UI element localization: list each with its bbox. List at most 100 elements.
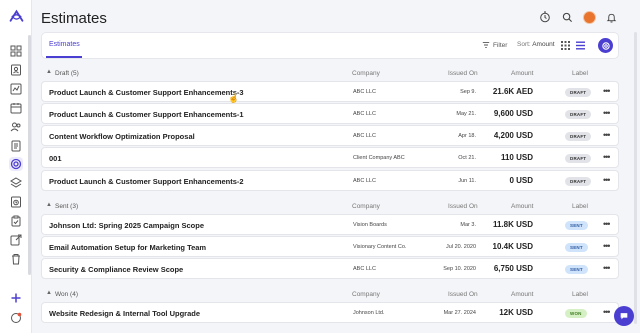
reports-icon[interactable] bbox=[9, 82, 23, 96]
more-options-icon[interactable]: ••• bbox=[603, 86, 611, 96]
status-badge: SENT bbox=[565, 265, 588, 274]
table-row[interactable]: Email Automation Setup for Marketing Tea… bbox=[41, 236, 619, 257]
more-options-icon[interactable]: ••• bbox=[603, 219, 611, 229]
column-header-label: Label bbox=[572, 291, 588, 298]
filter-label: Filter bbox=[493, 41, 508, 49]
table-row[interactable]: Product Launch & Customer Support Enhanc… bbox=[41, 170, 619, 191]
estimate-amount: 12K USD bbox=[499, 308, 533, 317]
column-header-company: Company bbox=[352, 70, 380, 77]
section-header-draft[interactable]: ▲ Draft (5) Company Issued On Amount Lab… bbox=[41, 67, 619, 81]
table-row[interactable]: Product Launch & Customer Support Enhanc… bbox=[41, 81, 619, 102]
estimate-issued: Mar 27. 2024 bbox=[443, 310, 476, 316]
estimate-name: Product Launch & Customer Support Enhanc… bbox=[49, 177, 244, 186]
trash-icon[interactable] bbox=[9, 252, 23, 266]
more-options-icon[interactable]: ••• bbox=[603, 263, 611, 273]
dashboard-icon[interactable] bbox=[9, 44, 23, 58]
sort-value: Amount bbox=[532, 41, 555, 48]
app-logo[interactable] bbox=[8, 8, 25, 25]
calendar-icon[interactable] bbox=[9, 101, 23, 115]
estimate-amount: 10.4K USD bbox=[492, 242, 533, 251]
grid-view-icon[interactable] bbox=[561, 41, 570, 50]
chevron-up-icon[interactable]: ▲ bbox=[46, 290, 52, 296]
estimate-amount: 21.6K AED bbox=[492, 87, 533, 96]
estimate-name: Product Launch & Customer Support Enhanc… bbox=[49, 88, 244, 97]
estimate-name: Content Workflow Optimization Proposal bbox=[49, 132, 195, 141]
column-header-label: Label bbox=[572, 203, 588, 210]
table-row[interactable]: Product Launch & Customer Support Enhanc… bbox=[41, 103, 619, 124]
bell-icon[interactable] bbox=[604, 10, 618, 24]
estimate-name: Product Launch & Customer Support Enhanc… bbox=[49, 110, 244, 119]
list-view-icon[interactable] bbox=[576, 41, 585, 50]
more-options-icon[interactable]: ••• bbox=[603, 175, 611, 185]
estimate-issued: Jul 20. 2020 bbox=[446, 244, 476, 250]
column-header-issued: Issued On bbox=[448, 291, 478, 298]
more-options-icon[interactable]: ••• bbox=[603, 130, 611, 140]
more-options-icon[interactable]: ••• bbox=[603, 307, 611, 317]
table-row[interactable]: Johnson Ltd: Spring 2025 Campaign Scope … bbox=[41, 214, 619, 235]
estimates-toolbar: Estimates Filter Sort: Amount bbox=[41, 32, 619, 59]
estimate-amount: 6,750 USD bbox=[493, 264, 533, 273]
estimate-name: Email Automation Setup for Marketing Tea… bbox=[49, 243, 207, 252]
table-row[interactable]: Security & Compliance Review Scope ABC L… bbox=[41, 258, 619, 279]
timesheet-icon[interactable] bbox=[9, 195, 23, 209]
estimate-company: ABC LLC bbox=[353, 111, 376, 117]
chevron-up-icon[interactable]: ▲ bbox=[46, 69, 52, 75]
section-header-sent[interactable]: ▲ Sent (3) Company Issued On Amount Labe… bbox=[41, 200, 619, 214]
section-title: Draft (5) bbox=[55, 70, 79, 77]
estimate-issued: May 21. bbox=[456, 111, 476, 117]
estimate-issued: Apr 18. bbox=[458, 133, 476, 139]
clipboard-icon[interactable] bbox=[9, 214, 23, 228]
table-row[interactable]: Content Workflow Optimization Proposal A… bbox=[41, 125, 619, 146]
chat-button[interactable] bbox=[614, 306, 634, 326]
export-icon[interactable] bbox=[9, 233, 23, 247]
new-estimate-button[interactable] bbox=[598, 38, 613, 53]
sort-selector[interactable]: Sort: Amount bbox=[517, 41, 555, 48]
team-icon[interactable] bbox=[9, 120, 23, 134]
content-scrollbar[interactable] bbox=[634, 32, 637, 324]
status-badge: DRAFT bbox=[565, 154, 592, 163]
estimate-company: ABC LLC bbox=[353, 266, 376, 272]
estimates-icon[interactable] bbox=[9, 157, 23, 171]
column-header-amount: Amount bbox=[511, 70, 534, 77]
estimate-company: Client Company ABC bbox=[353, 155, 405, 161]
avatar[interactable] bbox=[582, 10, 596, 24]
estimate-issued: Jun 11. bbox=[458, 178, 476, 184]
invoice-icon[interactable] bbox=[9, 139, 23, 153]
section-title: Won (4) bbox=[55, 291, 78, 298]
more-options-icon[interactable]: ••• bbox=[603, 152, 611, 162]
estimate-amount: 110 USD bbox=[500, 153, 533, 162]
sidebar bbox=[0, 0, 32, 333]
status-badge: WON bbox=[565, 309, 587, 318]
column-header-label: Label bbox=[572, 70, 588, 77]
estimate-amount: 9,600 USD bbox=[493, 109, 533, 118]
column-header-company: Company bbox=[352, 203, 380, 210]
estimate-name: Website Redesign & Internal Tool Upgrade bbox=[49, 309, 200, 318]
more-options-icon[interactable]: ••• bbox=[603, 108, 611, 118]
tab-estimates[interactable]: Estimates bbox=[49, 41, 80, 48]
contacts-icon[interactable] bbox=[9, 63, 23, 77]
search-icon[interactable] bbox=[560, 10, 574, 24]
help-icon[interactable] bbox=[9, 311, 23, 325]
filter-button[interactable]: Filter bbox=[482, 41, 507, 49]
estimate-company: Visionary Content Co. bbox=[353, 244, 407, 250]
table-row[interactable]: 001 Client Company ABC Oct 21. 110 USD D… bbox=[41, 147, 619, 168]
estimate-name: 001 bbox=[49, 154, 62, 163]
section-header-won[interactable]: ▲ Won (4) Company Issued On Amount Label bbox=[41, 288, 619, 302]
sidebar-scrollbar[interactable] bbox=[28, 35, 31, 275]
estimate-company: ABC LLC bbox=[353, 178, 376, 184]
estimate-name: Security & Compliance Review Scope bbox=[49, 265, 184, 274]
more-options-icon[interactable]: ••• bbox=[603, 241, 611, 251]
table-row[interactable]: Website Redesign & Internal Tool Upgrade… bbox=[41, 302, 619, 323]
estimate-company: Vision Boards bbox=[353, 222, 387, 228]
column-header-issued: Issued On bbox=[448, 70, 478, 77]
estimate-issued: Sep 9. bbox=[460, 89, 476, 95]
filter-icon bbox=[482, 42, 490, 48]
status-badge: DRAFT bbox=[565, 88, 592, 97]
column-header-issued: Issued On bbox=[448, 203, 478, 210]
page-title: Estimates bbox=[41, 10, 107, 27]
timer-icon[interactable] bbox=[538, 10, 552, 24]
chevron-up-icon[interactable]: ▲ bbox=[46, 202, 52, 208]
status-badge: SENT bbox=[565, 243, 588, 252]
plus-icon[interactable] bbox=[9, 291, 23, 305]
layers-icon[interactable] bbox=[9, 176, 23, 190]
